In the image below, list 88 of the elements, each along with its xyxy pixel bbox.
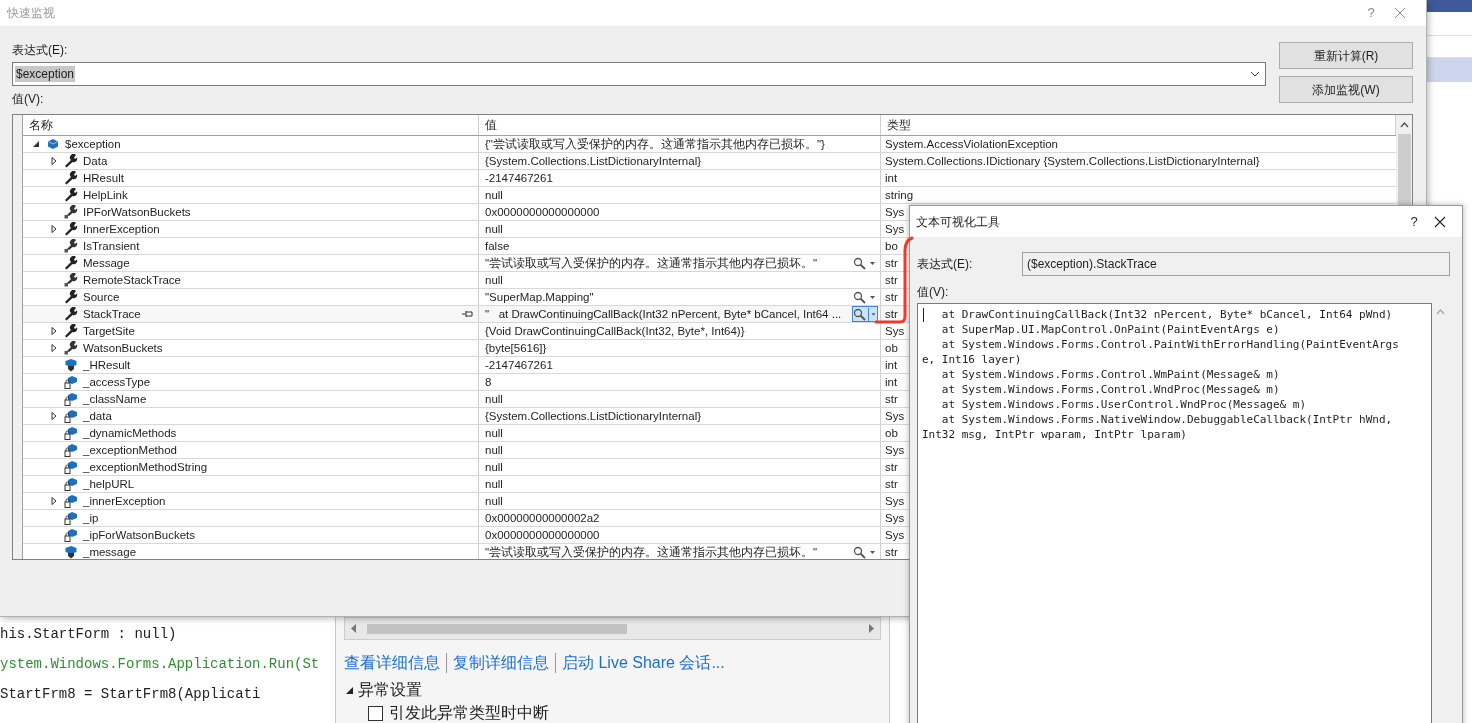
stack-trace-line: at SuperMap.UI.MapControl.OnPaint(PaintEventArgs e) xyxy=(940,322,1280,337)
type-text: Sys xyxy=(885,528,905,543)
type-text: str xyxy=(885,545,898,559)
variable-name: HResult xyxy=(83,171,124,186)
value-text: null xyxy=(485,460,504,475)
field-label: 表达式(E): xyxy=(917,256,974,273)
value-text: " at DrawContinuingCallBack(Int32 nPercent, Byte* bCancel, Int64 ... xyxy=(485,307,843,322)
type-text: System.Collections.IDictionary {System.Collections.ListDictionaryInternal} xyxy=(885,154,1260,169)
value-text: null xyxy=(485,443,504,458)
variable-name: _dynamicMethods xyxy=(83,426,177,441)
variable-name: $exception xyxy=(65,137,121,152)
type-text: str xyxy=(885,460,898,475)
variable-name: InnerException xyxy=(83,222,160,237)
value-text: {Void DrawContinuingCallBack(Int32, Byte*, Int64)} xyxy=(485,324,746,339)
value-text: null xyxy=(485,273,504,288)
variable-name: _message xyxy=(83,545,137,559)
variable-name: _exceptionMethodString xyxy=(83,460,208,475)
value-text: {System.Collections.ListDictionaryInternal} xyxy=(485,154,703,169)
value-text: {System.Collections.ListDictionaryInternal} xyxy=(485,409,703,424)
type-text: bo xyxy=(885,239,898,254)
field-label: 表达式(E): xyxy=(12,42,69,58)
value-text: -2147467261 xyxy=(485,358,554,373)
variable-name: _className xyxy=(83,392,147,407)
variable-name: _ip xyxy=(83,511,99,526)
type-text: int xyxy=(885,375,898,390)
value-text: null xyxy=(485,222,504,237)
value-text: null xyxy=(485,426,504,441)
code-line: StartFrm8 = StartFrm8(Applicati xyxy=(0,685,262,704)
type-text: ob xyxy=(885,341,898,356)
type-text: int xyxy=(885,358,898,373)
checkbox-label: 引发此异常类型时中断 xyxy=(389,703,549,723)
value-text: null xyxy=(485,477,504,492)
type-text: Sys xyxy=(885,443,905,458)
variable-name: _ipForWatsonBuckets xyxy=(83,528,196,543)
variable-name: _HResult xyxy=(83,358,131,373)
type-text: ob xyxy=(885,426,898,441)
type-text: str xyxy=(885,477,898,492)
type-text: Sys xyxy=(885,511,905,526)
stack-trace-line: at System.Windows.Forms.Control.PaintWithErrorHandling(PaintEventArgs xyxy=(940,337,1399,352)
type-text: str xyxy=(885,256,898,271)
value-text: 0x0000000000000000 xyxy=(485,528,601,543)
value-text: -2147467261 xyxy=(485,171,554,186)
variable-name: _accessType xyxy=(83,375,151,390)
value-text: "尝试读取或写入受保护的内存。这通常指示其他内存已损坏。" xyxy=(485,256,819,271)
type-text: Sys xyxy=(885,222,905,237)
code-line: ystem.Windows.Forms.Application.Run(St xyxy=(0,655,321,674)
type-text: Sys xyxy=(885,205,905,220)
value-text: null xyxy=(485,392,504,407)
variable-name: WatsonBuckets xyxy=(83,341,163,356)
variable-name: IPForWatsonBuckets xyxy=(83,205,191,220)
value-text: null xyxy=(485,494,504,509)
type-text: Sys xyxy=(885,324,905,339)
stack-trace-line: Int32 msg, IntPtr wparam, IntPtr lparam) xyxy=(922,427,1187,442)
type-text: string xyxy=(885,188,914,203)
variable-name: Source xyxy=(83,290,120,305)
value-text: "SuperMap.Mapping" xyxy=(485,290,595,305)
variable-name: TargetSite xyxy=(83,324,135,339)
type-text: str xyxy=(885,273,898,288)
type-text: int xyxy=(885,171,898,186)
field-label: 值(V): xyxy=(12,91,45,107)
dialog-title: 快速监视 xyxy=(7,5,56,22)
value-text: 0x0000000000000000 xyxy=(485,205,601,220)
type-text: str xyxy=(885,392,898,407)
value-text: "尝试读取或写入受保护的内存。这通常指示其他内存已损坏。" xyxy=(485,545,819,559)
type-text: System.AccessViolationException xyxy=(885,137,1058,152)
variable-name: Message xyxy=(83,256,130,271)
value-text: 0x00000000000002a2 xyxy=(485,511,601,526)
type-text: Sys xyxy=(885,409,905,424)
variable-name: RemoteStackTrace xyxy=(83,273,181,288)
variable-name: StackTrace xyxy=(83,307,141,322)
variable-name: _innerException xyxy=(83,494,166,509)
type-text: str xyxy=(885,290,898,305)
value-text: {"尝试读取或写入受保护的内存。这通常指示其他内存已损坏。"} xyxy=(485,137,826,152)
value-text: {byte[5616]} xyxy=(485,341,548,356)
value-text: 8 xyxy=(485,375,493,390)
variable-name: _exceptionMethod xyxy=(83,443,177,458)
value-text: null xyxy=(485,188,504,203)
value-text: false xyxy=(485,239,511,254)
stack-trace-line: at DrawContinuingCallBack(Int32 nPercent, Byte* bCancel, Int64 pWnd) xyxy=(940,307,1393,322)
variable-name: IsTransient xyxy=(83,239,140,254)
code-line: his.StartForm : null) xyxy=(0,625,178,644)
stack-trace-line: at System.Windows.Forms.NativeWindow.DebuggableCallback(IntPtr hWnd, xyxy=(940,412,1393,427)
variable-name: Data xyxy=(83,154,108,169)
type-text: str xyxy=(885,307,898,322)
variable-name: HelpLink xyxy=(83,188,128,203)
type-text: Sys xyxy=(885,494,905,509)
variable-name: _helpURL xyxy=(83,477,135,492)
variable-name: _data xyxy=(83,409,112,424)
